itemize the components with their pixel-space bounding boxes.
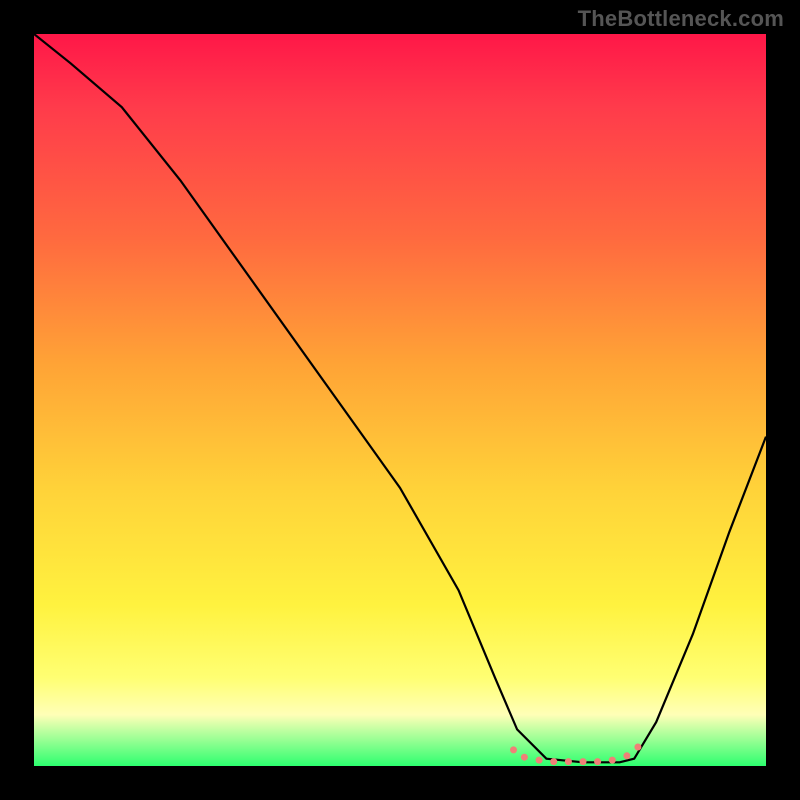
valley-dot: [634, 744, 641, 751]
watermark-text: TheBottleneck.com: [578, 6, 784, 32]
valley-dot: [550, 758, 557, 765]
plot-area: [34, 34, 766, 766]
chart-svg: [34, 34, 766, 766]
valley-dot: [609, 757, 616, 764]
valley-dot: [536, 757, 543, 764]
valley-dot: [510, 746, 517, 753]
valley-dot: [565, 758, 572, 765]
valley-dot: [521, 754, 528, 761]
valley-dot: [594, 758, 601, 765]
chart-container: TheBottleneck.com: [0, 0, 800, 800]
valley-dot: [623, 752, 630, 759]
bottleneck-curve-path: [34, 34, 766, 762]
valley-dot: [580, 758, 587, 765]
